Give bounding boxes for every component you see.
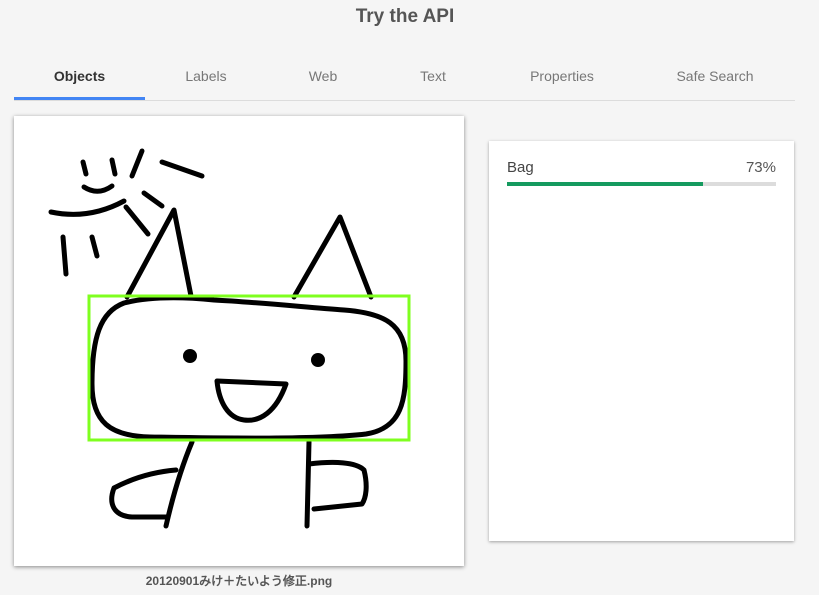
analyzed-image-card bbox=[14, 116, 464, 566]
page-title: Try the API bbox=[355, 6, 455, 27]
cat-and-sun-drawing bbox=[48, 148, 411, 529]
result-label: Bag bbox=[507, 159, 534, 176]
api-demo-page: Try the API Objects Labels Web Text Prop… bbox=[0, 0, 819, 595]
result-score: 73% bbox=[745, 159, 776, 176]
tab-text[interactable]: Text bbox=[379, 52, 487, 100]
tab-labels[interactable]: Labels bbox=[145, 52, 267, 100]
tab-properties[interactable]: Properties bbox=[487, 52, 637, 100]
tab-bar: Objects Labels Web Text Properties Safe … bbox=[14, 52, 795, 101]
right-eye bbox=[311, 353, 325, 367]
image-filename: 20120901みけ＋たいよう修正.png bbox=[145, 574, 333, 588]
confidence-bar bbox=[507, 182, 776, 186]
confidence-bar-fill bbox=[507, 182, 704, 186]
active-tab-indicator bbox=[14, 97, 145, 100]
drawing-strokes bbox=[48, 148, 409, 529]
results-panel: Bag 73% bbox=[489, 141, 794, 541]
tab-web[interactable]: Web bbox=[267, 52, 379, 100]
left-eye bbox=[183, 349, 197, 363]
tab-safe-search[interactable]: Safe Search bbox=[637, 52, 793, 100]
tab-objects[interactable]: Objects bbox=[14, 52, 145, 100]
cat-eyes bbox=[183, 349, 325, 367]
